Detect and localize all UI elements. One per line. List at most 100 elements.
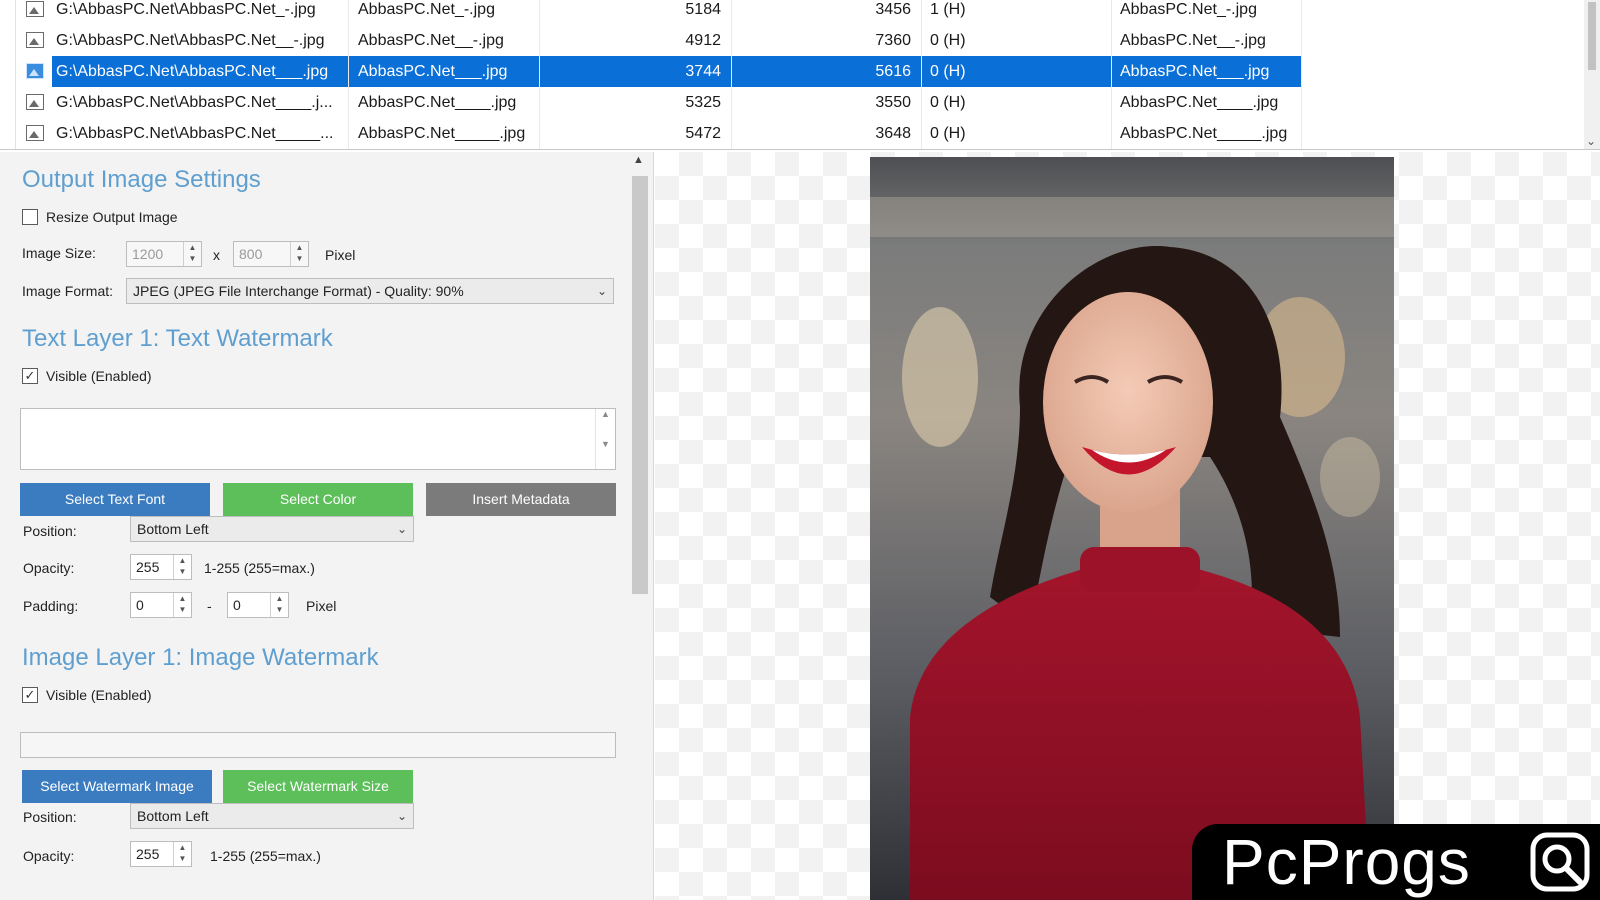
select-text-font-button[interactable]: Select Text Font — [20, 483, 210, 516]
chevron-down-icon: ⌄ — [396, 809, 407, 823]
text-opacity-hint: 1-255 (255=max.) — [204, 560, 315, 576]
file-icon-cell — [24, 87, 50, 118]
spin-arrows-icon[interactable]: ▲ ▼ — [173, 842, 191, 866]
file-icon-cell — [24, 25, 50, 56]
file-path: G:\AbbasPC.Net\AbbasPC.Net_____... — [54, 118, 349, 149]
watermark-text-input[interactable]: ▲ ▼ — [20, 408, 616, 470]
brand-logo: PcProgs — [1192, 824, 1600, 900]
file-orientation: 0 (H) — [922, 56, 1112, 87]
scroll-down-icon[interactable]: ⌄ — [1586, 134, 1596, 148]
image-format-value: JPEG (JPEG File Interchange Format) - Qu… — [133, 283, 464, 299]
image-visible-label: Visible (Enabled) — [46, 687, 152, 703]
file-name: AbbasPC.Net_-.jpg — [350, 0, 540, 25]
file-output-name: AbbasPC.Net___.jpg — [1112, 56, 1302, 87]
insert-metadata-button[interactable]: Insert Metadata — [426, 483, 616, 516]
text-position-label: Position: — [23, 523, 77, 539]
image-layer-title: Image Layer 1: Image Watermark — [22, 644, 379, 671]
file-row[interactable]: G:\AbbasPC.Net\AbbasPC.Net____.j... Abba… — [16, 87, 1584, 118]
padding-y-value: 0 — [233, 597, 241, 613]
settings-panel: Output Image Settings Resize Output Imag… — [0, 152, 654, 900]
spin-arrows-icon[interactable]: ▲ ▼ — [290, 242, 308, 266]
spin-arrows-icon[interactable]: ▲ ▼ — [183, 242, 201, 266]
file-row[interactable]: G:\AbbasPC.Net\AbbasPC.Net_-.jpg AbbasPC… — [16, 0, 1584, 25]
image-format-select[interactable]: JPEG (JPEG File Interchange Format) - Qu… — [126, 278, 614, 304]
chevron-down-icon: ⌄ — [396, 522, 407, 536]
image-preview — [655, 152, 1600, 900]
image-format-label: Image Format: — [22, 283, 114, 299]
file-name: AbbasPC.Net____.jpg — [350, 87, 540, 118]
image-size-label: Image Size: — [22, 245, 96, 261]
padding-unit-label: Pixel — [306, 598, 337, 614]
file-row[interactable]: G:\AbbasPC.Net\AbbasPC.Net__-.jpg AbbasP… — [16, 25, 1584, 56]
chevron-down-icon: ⌄ — [596, 284, 607, 298]
select-color-button[interactable]: Select Color — [223, 483, 413, 516]
image-file-icon — [26, 94, 44, 110]
file-orientation: 0 (H) — [922, 118, 1112, 149]
file-width: 4912 — [540, 25, 732, 56]
spin-arrows-icon[interactable]: ▲ ▼ — [173, 555, 191, 579]
checkmark-icon: ✓ — [24, 687, 36, 702]
file-width: 5472 — [540, 118, 732, 149]
spin-arrows-icon[interactable]: ▲ ▼ — [173, 593, 191, 617]
image-position-value: Bottom Left — [137, 808, 209, 824]
image-width-input[interactable]: 1200 ▲ ▼ — [126, 241, 202, 267]
image-file-icon — [26, 125, 44, 141]
image-width-value: 1200 — [132, 246, 164, 262]
image-visible-checkbox[interactable]: ✓ — [22, 687, 38, 703]
file-height: 3648 — [732, 118, 922, 149]
scroll-up-icon[interactable]: ▲ — [633, 154, 644, 166]
scrollbar-thumb[interactable] — [1588, 2, 1596, 70]
text-position-select[interactable]: Bottom Left ⌄ — [130, 516, 414, 542]
file-icon-cell — [24, 56, 50, 87]
resize-output-label: Resize Output Image — [46, 209, 178, 225]
select-watermark-size-button[interactable]: Select Watermark Size — [223, 770, 413, 803]
brand-logo-text: PcProgs — [1222, 826, 1471, 898]
size-unit-label: Pixel — [325, 247, 356, 263]
text-opacity-input[interactable]: 255 ▲ ▼ — [130, 554, 192, 580]
file-list-scrollbar[interactable]: ⌄ — [1584, 0, 1600, 149]
file-output-name: AbbasPC.Net__-.jpg — [1112, 25, 1302, 56]
file-orientation: 0 (H) — [922, 87, 1112, 118]
image-position-label: Position: — [23, 809, 77, 825]
select-watermark-image-button[interactable]: Select Watermark Image — [22, 770, 212, 803]
file-name: AbbasPC.Net___.jpg — [350, 56, 540, 87]
preview-photo — [870, 157, 1394, 900]
file-icon-cell — [24, 118, 50, 149]
file-orientation: 1 (H) — [922, 0, 1112, 25]
file-output-name: AbbasPC.Net_-.jpg — [1112, 0, 1302, 25]
text-visible-label: Visible (Enabled) — [46, 368, 152, 384]
textbox-scrollbar[interactable]: ▲ ▼ — [595, 409, 615, 469]
image-file-icon — [26, 1, 44, 17]
scrollbar-thumb[interactable] — [632, 176, 648, 594]
file-path: G:\AbbasPC.Net\AbbasPC.Net___.jpg — [54, 56, 349, 87]
padding-x-input[interactable]: 0 ▲ ▼ — [130, 592, 192, 618]
padding-y-input[interactable]: 0 ▲ ▼ — [227, 592, 289, 618]
file-width: 5184 — [540, 0, 732, 25]
file-height: 5616 — [732, 56, 922, 87]
watermark-image-path[interactable] — [20, 732, 616, 758]
resize-output-checkbox[interactable] — [22, 209, 38, 225]
padding-label: Padding: — [23, 598, 79, 614]
file-output-name: AbbasPC.Net____.jpg — [1112, 87, 1302, 118]
image-height-value: 800 — [239, 246, 263, 262]
image-file-icon — [26, 63, 44, 79]
settings-scrollbar[interactable]: ▲ — [628, 152, 652, 900]
image-position-select[interactable]: Bottom Left ⌄ — [130, 803, 414, 829]
image-opacity-hint: 1-255 (255=max.) — [210, 848, 321, 864]
image-file-icon — [26, 32, 44, 48]
file-row-selected[interactable]: G:\AbbasPC.Net\AbbasPC.Net___.jpg AbbasP… — [16, 56, 1584, 87]
file-height: 7360 — [732, 25, 922, 56]
file-path: G:\AbbasPC.Net\AbbasPC.Net__-.jpg — [54, 25, 349, 56]
file-list[interactable]: G:\AbbasPC.Net\AbbasPC.Net_-.jpg AbbasPC… — [0, 0, 1600, 150]
list-gutter — [0, 0, 16, 149]
text-position-value: Bottom Left — [137, 521, 209, 537]
image-height-input[interactable]: 800 ▲ ▼ — [233, 241, 309, 267]
image-opacity-label: Opacity: — [23, 848, 75, 864]
text-visible-checkbox[interactable]: ✓ — [22, 368, 38, 384]
spin-arrows-icon[interactable]: ▲ ▼ — [270, 593, 288, 617]
file-name: AbbasPC.Net__-.jpg — [350, 25, 540, 56]
output-settings-title: Output Image Settings — [22, 166, 261, 193]
image-opacity-input[interactable]: 255 ▲ ▼ — [130, 841, 192, 867]
image-opacity-value: 255 — [136, 846, 160, 862]
file-row[interactable]: G:\AbbasPC.Net\AbbasPC.Net_____... Abbas… — [16, 118, 1584, 149]
